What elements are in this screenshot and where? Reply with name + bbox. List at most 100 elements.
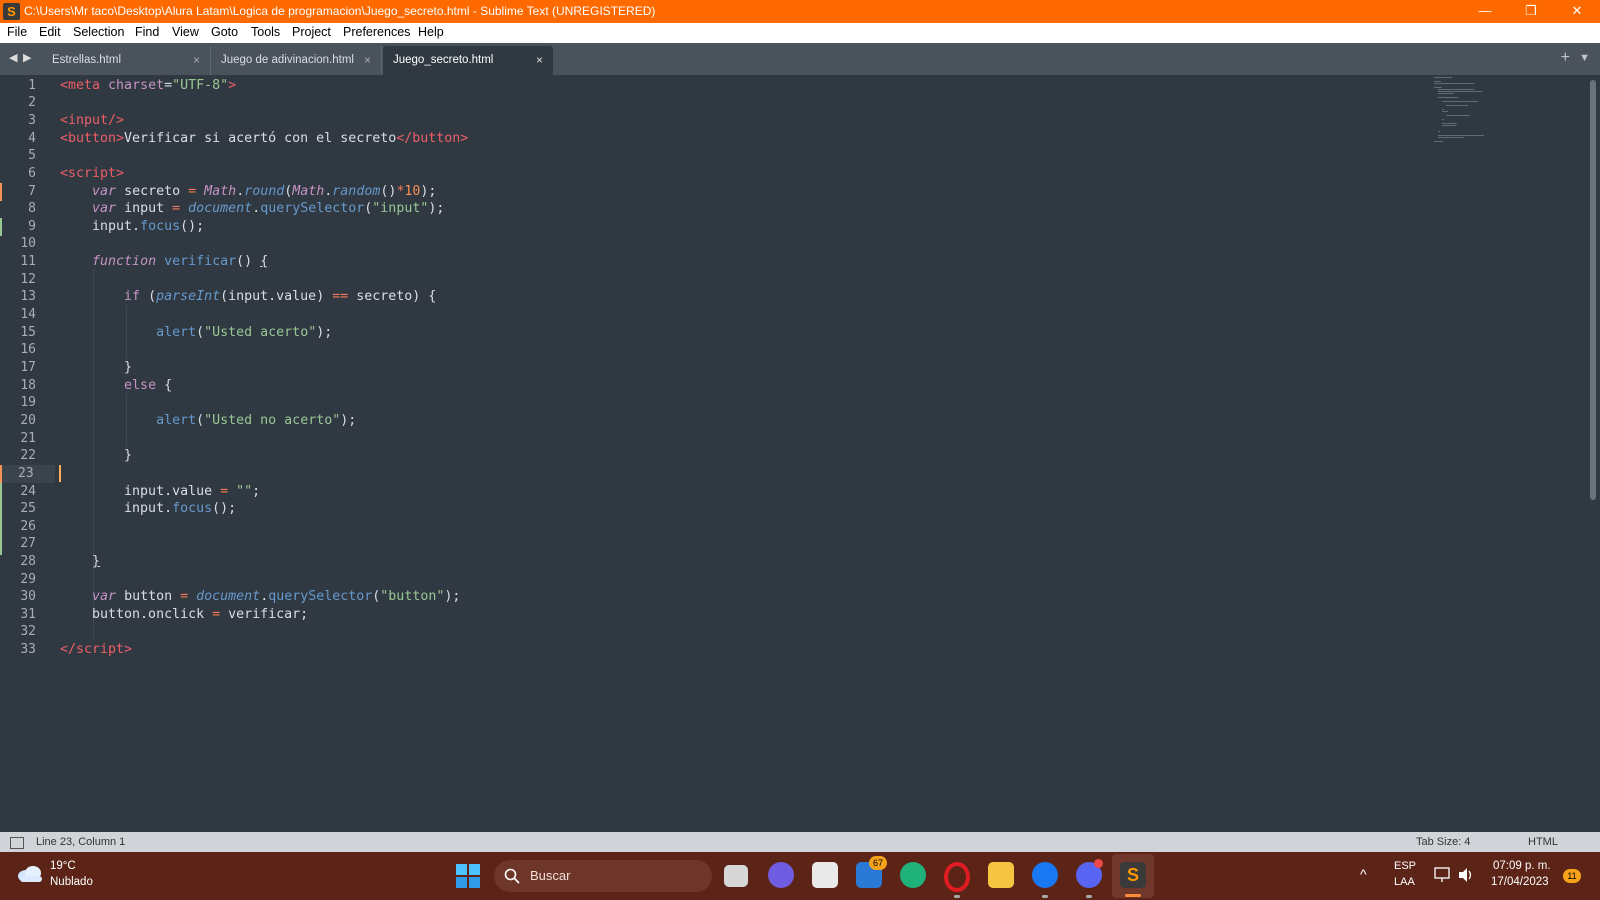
facebook-icon[interactable] <box>1032 862 1058 888</box>
menu-selection[interactable]: Selection <box>73 25 124 39</box>
minimize-button[interactable]: — <box>1462 0 1508 23</box>
code-line-24: input.value = ""; <box>60 484 261 499</box>
syntax-mode[interactable]: HTML <box>1528 836 1558 848</box>
opera-browser-icon[interactable] <box>944 862 970 892</box>
weather-temp[interactable]: 19°C <box>50 860 76 872</box>
line-number: 23 <box>0 465 55 483</box>
taskbar-search[interactable]: Buscar <box>494 860 712 892</box>
language-code[interactable]: ESP <box>1394 860 1416 872</box>
tab-juego-secreto[interactable]: Juego_secreto.html × <box>383 46 553 75</box>
code-line-1: <meta charset="UTF-8"> <box>60 78 237 93</box>
line-number: 31 <box>20 607 36 622</box>
clock-time[interactable]: 07:09 p. m. <box>1493 860 1551 872</box>
tab-size[interactable]: Tab Size: 4 <box>1416 836 1470 848</box>
minimap[interactable] <box>1434 77 1504 147</box>
code-line-15: alert("Usted acerto"); <box>156 325 333 340</box>
close-button[interactable]: ✕ <box>1554 0 1600 23</box>
line-number: 28 <box>20 554 36 569</box>
menu-find[interactable]: Find <box>135 25 159 39</box>
edge-browser-icon[interactable] <box>900 862 926 888</box>
notification-badge[interactable]: 11 <box>1563 869 1581 883</box>
code-line-18: else { <box>124 378 173 393</box>
menu-bar: File Edit Selection Find View Goto Tools… <box>0 23 1600 43</box>
running-indicator <box>954 895 960 898</box>
tab-estrellas[interactable]: Estrellas.html × <box>42 46 211 75</box>
chevron-up-icon[interactable]: ^ <box>1360 866 1367 882</box>
code-line-22: } <box>60 448 133 463</box>
line-number: 10 <box>20 236 36 251</box>
menu-project[interactable]: Project <box>292 25 331 39</box>
code-line-7: var secreto = Math.round(Math.random()*1… <box>92 184 437 199</box>
tab-bar: ◀ ▶ Estrellas.html × Juego de adivinacio… <box>0 43 1600 75</box>
line-number: 9 <box>28 219 36 234</box>
teams-chat-icon[interactable] <box>768 862 794 888</box>
line-number: 16 <box>20 342 36 357</box>
panel-toggle-icon[interactable] <box>10 837 24 849</box>
tab-close-icon[interactable]: × <box>193 53 200 67</box>
code-line-13: if (parseInt(input.value) == secreto) { <box>124 289 437 304</box>
tab-list-icon[interactable]: ▼ <box>1579 52 1590 64</box>
window-title: C:\Users\Mr taco\Desktop\Alura Latam\Log… <box>24 4 656 18</box>
menu-edit[interactable]: Edit <box>39 25 61 39</box>
code-line-20: alert("Usted no acerto"); <box>156 413 357 428</box>
code-line-31: button.onclick = verificar; <box>60 607 309 622</box>
menu-tools[interactable]: Tools <box>251 25 280 39</box>
file-explorer-icon[interactable] <box>988 862 1014 888</box>
restore-button[interactable]: ❐ <box>1508 0 1554 23</box>
keyboard-layout[interactable]: LAA <box>1394 876 1415 888</box>
menu-help[interactable]: Help <box>418 25 444 39</box>
code-line-11: function verificar() { <box>92 254 269 269</box>
line-number: 17 <box>20 360 36 375</box>
line-number: 32 <box>20 624 36 639</box>
line-number: 24 <box>20 484 36 499</box>
tab-next-icon[interactable]: ▶ <box>23 51 31 64</box>
code-line-6: <script> <box>60 166 125 181</box>
code-line-30: var button = document.querySelector("but… <box>92 589 461 604</box>
line-number: 3 <box>28 113 36 128</box>
tab-close-icon[interactable]: × <box>536 53 543 67</box>
code-line-17: } <box>60 360 133 375</box>
weather-desc[interactable]: Nublado <box>50 876 93 888</box>
cursor-position[interactable]: Line 23, Column 1 <box>36 836 125 848</box>
line-number: 13 <box>20 289 36 304</box>
line-number: 7 <box>28 184 36 199</box>
menu-view[interactable]: View <box>172 25 199 39</box>
line-number: 1 <box>28 78 36 93</box>
windows-taskbar: 19°C Nublado Buscar 67 S ^ ESP LAA 07:09… <box>0 852 1600 900</box>
editor-area[interactable]: 1 2 3 4 5 6 7 8 9 10 11 12 13 14 15 16 17 18 19 20 21 22 23 24 2… <box>0 75 1600 832</box>
tab-juego-de-adivinacion[interactable]: Juego de adivinacion.html × <box>211 46 382 75</box>
line-number: 22 <box>20 448 36 463</box>
network-icon[interactable] <box>1434 867 1452 883</box>
active-app-indicator <box>1125 894 1141 897</box>
tab-label: Juego de adivinacion.html <box>221 54 354 66</box>
windows-start-icon[interactable] <box>456 864 480 888</box>
tab-close-icon[interactable]: × <box>364 53 371 67</box>
tab-prev-icon[interactable]: ◀ <box>9 51 17 64</box>
cloud-icon[interactable] <box>16 864 44 884</box>
discord-notification-dot <box>1094 859 1103 868</box>
line-number: 6 <box>28 166 36 181</box>
volume-icon[interactable] <box>1458 867 1476 883</box>
search-placeholder: Buscar <box>530 868 571 883</box>
vertical-scrollbar[interactable] <box>1590 80 1596 500</box>
menu-preferences[interactable]: Preferences <box>343 25 410 39</box>
status-bar: Line 23, Column 1 Tab Size: 4 HTML <box>0 832 1600 852</box>
menu-goto[interactable]: Goto <box>211 25 238 39</box>
microsoft-store-icon[interactable] <box>812 862 838 888</box>
sublime-text-taskbar-button[interactable]: S <box>1112 854 1154 898</box>
title-bar: S C:\Users\Mr taco\Desktop\Alura Latam\L… <box>0 0 1600 23</box>
clock-date[interactable]: 17/04/2023 <box>1491 876 1549 888</box>
line-number: 19 <box>20 395 36 410</box>
line-number: 29 <box>20 572 36 587</box>
line-number: 5 <box>28 148 36 163</box>
tab-label: Juego_secreto.html <box>393 54 494 66</box>
modified-line-marker <box>0 465 2 483</box>
menu-file[interactable]: File <box>7 25 27 39</box>
line-number: 25 <box>20 501 36 516</box>
new-tab-icon[interactable]: + <box>1561 49 1570 67</box>
added-line-marker <box>0 218 2 236</box>
task-view-icon[interactable] <box>724 865 748 887</box>
code-line-4: <button>Verificar si acertó con el secre… <box>60 131 469 146</box>
line-number: 20 <box>20 413 36 428</box>
code-line-25: input.focus(); <box>60 501 237 516</box>
